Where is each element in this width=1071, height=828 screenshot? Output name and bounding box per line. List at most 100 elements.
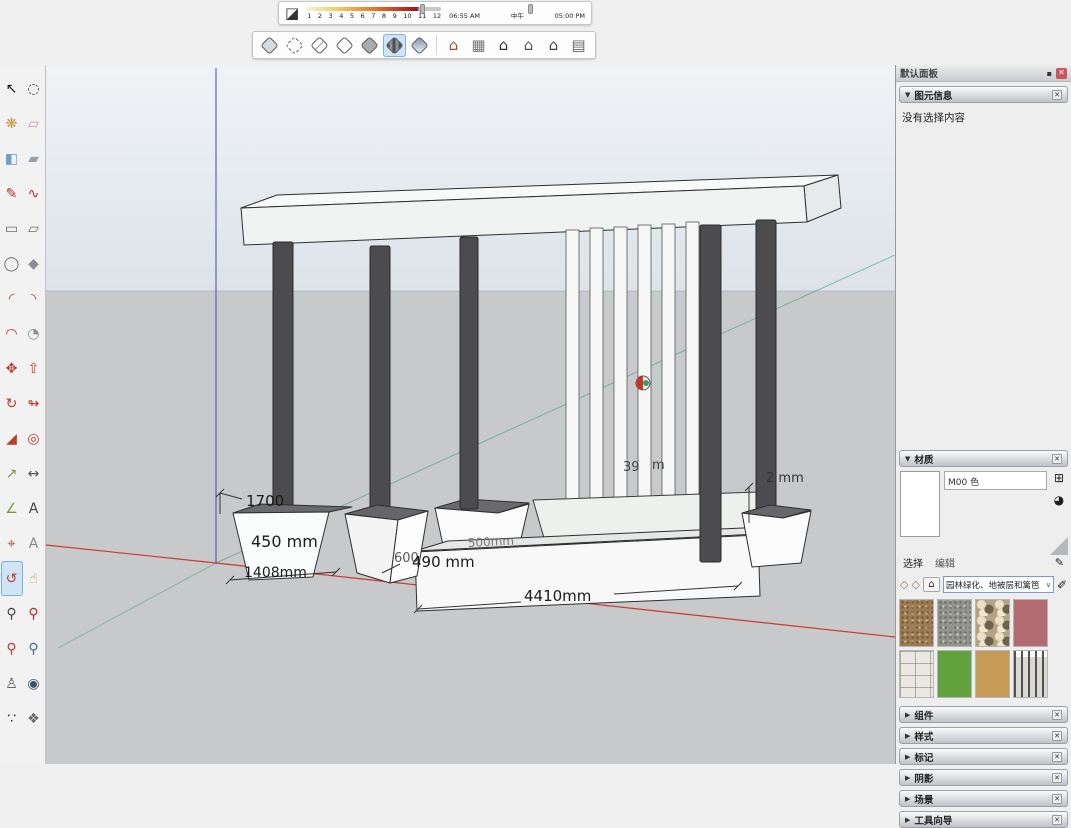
modeling-canvas[interactable]: 1700 450 mm 1408mm 600 490 mm 500mm 4410…: [46, 65, 895, 764]
dim-footing-1408: 1408mm: [244, 565, 307, 581]
time-slider-handle[interactable]: [528, 4, 533, 14]
zoom-previous-tool[interactable]: ⚲: [23, 631, 45, 666]
material-fence-gray[interactable]: [1013, 650, 1048, 698]
entity-info-close-button[interactable]: ✕: [1052, 90, 1062, 100]
home-icon[interactable]: ⌂: [923, 577, 940, 592]
tray-title-bar[interactable]: 默认面板 ▪ ✕: [896, 65, 1071, 82]
time-slider-bar[interactable]: [449, 7, 585, 11]
create-material-icon[interactable]: ⊞: [1054, 471, 1064, 485]
model-viewport[interactable]: 1700 450 mm 1408mm 600 490 mm 500mm 4410…: [46, 65, 895, 764]
material-preview-swatch[interactable]: [900, 471, 940, 537]
material-grass-green[interactable]: [937, 650, 972, 698]
section-styles[interactable]: ▶ 样式 ✕: [899, 727, 1068, 744]
shadow-time-slider[interactable]: 06:55 AM 中午 05:00 PM: [449, 7, 585, 20]
two-point-arc-tool[interactable]: ◝: [23, 281, 45, 316]
tray-close-button[interactable]: ✕: [1056, 68, 1067, 79]
wireframe-icon[interactable]: [308, 34, 331, 57]
zoom-window-tool[interactable]: ⚲: [23, 596, 45, 631]
materials-close-button[interactable]: ✕: [1052, 454, 1062, 464]
shaded-icon[interactable]: [358, 34, 381, 57]
protractor-tool[interactable]: ∠: [1, 491, 23, 526]
follow-me-tool[interactable]: ↬: [23, 386, 45, 421]
monochrome-icon[interactable]: [408, 34, 431, 57]
section-close-button[interactable]: ✕: [1052, 815, 1062, 825]
section-close-button[interactable]: ✕: [1052, 710, 1062, 720]
section-tags[interactable]: ▶ 标记 ✕: [899, 748, 1068, 765]
pie-tool[interactable]: ◔: [23, 316, 45, 351]
dimension-tool[interactable]: ↔: [23, 456, 45, 491]
material-clay-red[interactable]: [1013, 599, 1048, 647]
pin-icon[interactable]: ▪: [1047, 69, 1052, 78]
push-pull-tool[interactable]: ⇧: [23, 351, 45, 386]
text-tool[interactable]: A: [23, 491, 45, 526]
left-view-icon[interactable]: ▤: [567, 34, 590, 57]
material-flagstone-white[interactable]: [899, 650, 934, 698]
section-scenes[interactable]: ▶ 场景 ✕: [899, 790, 1068, 807]
date-slider-bar[interactable]: [307, 7, 441, 11]
top-view-icon[interactable]: ▦: [467, 34, 490, 57]
rotate-tool[interactable]: ↻: [1, 386, 23, 421]
lasso-select-tool[interactable]: ◌: [23, 71, 45, 106]
section-plane-tool[interactable]: ❖: [23, 701, 45, 736]
material-gravel-gray[interactable]: [937, 599, 972, 647]
section-close-button[interactable]: ✕: [1052, 773, 1062, 783]
line-tool[interactable]: ✎: [1, 176, 23, 211]
orbit-tool[interactable]: ↺: [1, 561, 23, 596]
tab-edit[interactable]: 编辑: [935, 555, 955, 570]
tab-select[interactable]: 选择: [903, 555, 923, 570]
date-slider-handle[interactable]: [420, 4, 425, 14]
material-gravel-brown[interactable]: [899, 599, 934, 647]
position-camera-tool[interactable]: ♙: [1, 666, 23, 701]
walk-tool[interactable]: ∵: [1, 701, 23, 736]
section-components[interactable]: ▶ 组件 ✕: [899, 706, 1068, 723]
material-sand-tan[interactable]: [975, 650, 1010, 698]
look-around-tool[interactable]: ◉: [23, 666, 45, 701]
rectangle-tool[interactable]: ▭: [1, 211, 23, 246]
hidden-line-icon[interactable]: [333, 34, 356, 57]
section-close-button[interactable]: ✕: [1052, 731, 1062, 741]
forward-arrow-icon[interactable]: ◇: [911, 578, 919, 591]
sample-paint-icon[interactable]: ✐: [1057, 578, 1067, 592]
iso-view-icon[interactable]: ⌂: [442, 34, 465, 57]
shaded-with-textures-icon[interactable]: [383, 34, 406, 57]
paint-bucket-tool[interactable]: ❋: [1, 106, 23, 141]
material-category-dropdown[interactable]: 园林绿化、地被层和篱笆 ∨: [943, 576, 1054, 593]
pan-tool[interactable]: ☝: [23, 561, 45, 596]
rotated-rectangle-tool[interactable]: ▱: [23, 211, 45, 246]
soft-eraser-tool[interactable]: ▰: [23, 141, 45, 176]
shadow-toggle-icon[interactable]: ◪: [285, 6, 299, 21]
select-tool[interactable]: ↖: [1, 71, 23, 106]
zoom-tool[interactable]: ⚲: [1, 596, 23, 631]
scale-tool[interactable]: ◢: [1, 421, 23, 456]
axes-tool[interactable]: ⌖: [1, 526, 23, 561]
textured-paint-tool[interactable]: ◧: [1, 141, 23, 176]
back-edges-icon[interactable]: [283, 34, 306, 57]
polygon-tool[interactable]: ◆: [23, 246, 45, 281]
3d-text-tool[interactable]: A: [23, 526, 45, 561]
edit-pencil-icon[interactable]: ✎: [1055, 556, 1064, 569]
section-instructor[interactable]: ▶ 工具向导 ✕: [899, 811, 1068, 828]
right-view-icon[interactable]: ⌂: [517, 34, 540, 57]
xray-mode-icon[interactable]: [258, 34, 281, 57]
offset-tool[interactable]: ◎: [23, 421, 45, 456]
back-arrow-icon[interactable]: ◇: [900, 578, 908, 591]
circle-tool[interactable]: ◯: [1, 246, 23, 281]
material-name-input[interactable]: M00 色: [944, 471, 1047, 490]
freehand-tool[interactable]: ∿: [23, 176, 45, 211]
front-view-icon[interactable]: ⌂: [492, 34, 515, 57]
materials-header[interactable]: ▼ 材质 ✕: [899, 450, 1068, 467]
move-tool[interactable]: ✥: [1, 351, 23, 386]
back-view-icon[interactable]: ⌂: [542, 34, 565, 57]
entity-info-header[interactable]: ▼ 图元信息 ✕: [899, 86, 1068, 103]
tape-measure-tool[interactable]: ↗: [1, 456, 23, 491]
section-shadows[interactable]: ▶ 阴影 ✕: [899, 769, 1068, 786]
eraser-tool[interactable]: ▱: [23, 106, 45, 141]
shadow-date-slider[interactable]: 123456789101112: [307, 7, 441, 20]
paint-bucket-icon[interactable]: ◕: [1054, 493, 1064, 507]
section-close-button[interactable]: ✕: [1052, 794, 1062, 804]
section-close-button[interactable]: ✕: [1052, 752, 1062, 762]
zoom-extents-tool[interactable]: ⚲: [1, 631, 23, 666]
three-point-arc-tool[interactable]: ◠: [1, 316, 23, 351]
arc-tool[interactable]: ◜: [1, 281, 23, 316]
material-cobblestone[interactable]: [975, 599, 1010, 647]
